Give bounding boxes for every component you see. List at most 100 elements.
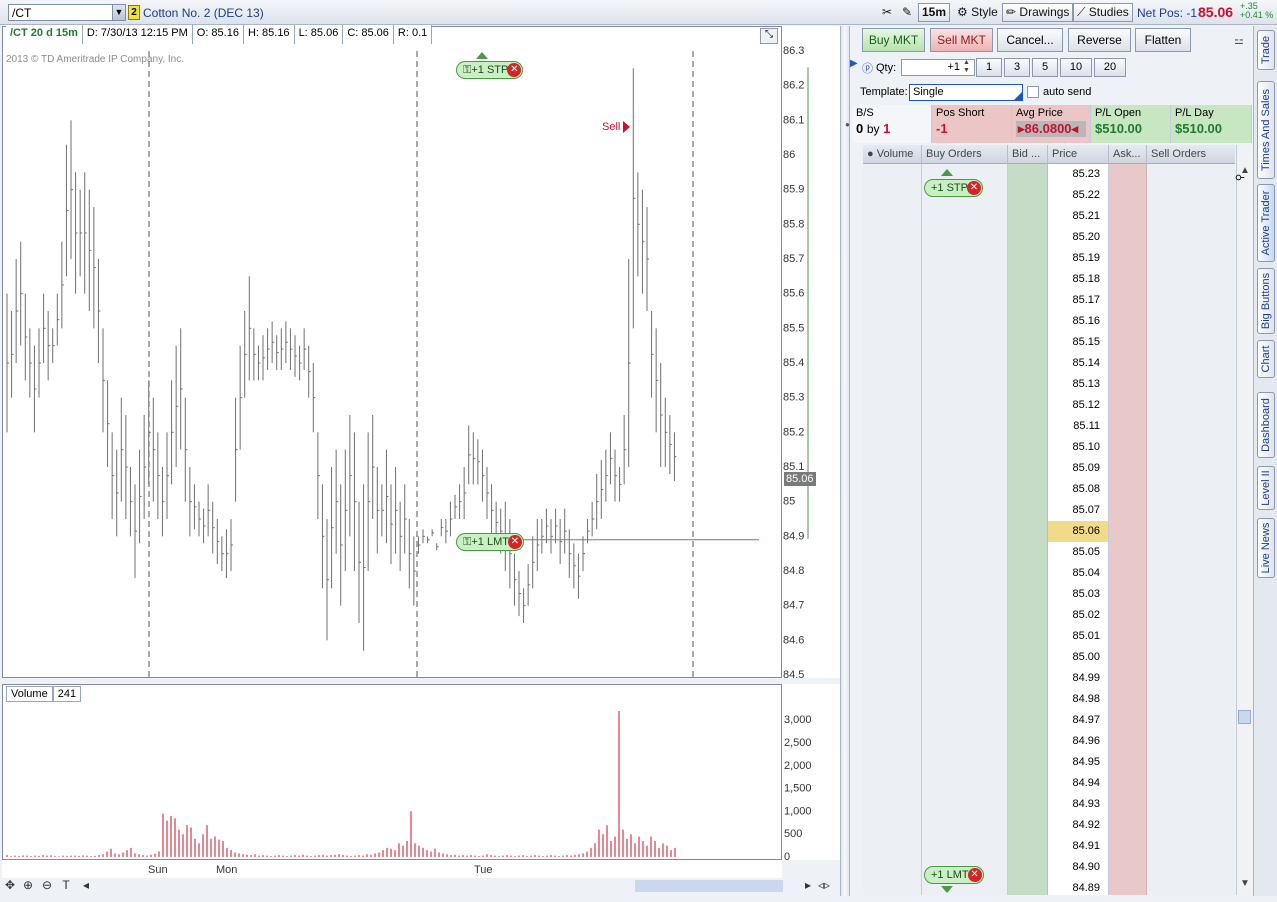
ladder-buy-orders-cell[interactable] bbox=[922, 206, 1008, 227]
cancel-order-icon[interactable]: ✕ bbox=[507, 535, 522, 549]
ladder-price-cell[interactable]: 84.99 bbox=[1048, 668, 1109, 689]
ladder-row[interactable]: 85.15 bbox=[863, 332, 1235, 353]
ladder-ask-cell[interactable] bbox=[1109, 290, 1147, 311]
cancel-order-icon[interactable]: ✕ bbox=[967, 868, 982, 882]
ladder-ask-cell[interactable] bbox=[1109, 878, 1147, 895]
ladder-bid-cell[interactable] bbox=[1008, 479, 1048, 500]
ladder-price-cell[interactable]: 85.20 bbox=[1048, 227, 1109, 248]
ladder-buy-orders-cell[interactable] bbox=[922, 416, 1008, 437]
ladder-bid-cell[interactable] bbox=[1008, 353, 1048, 374]
ladder-buy-orders-cell[interactable] bbox=[922, 374, 1008, 395]
ladder-bid-cell[interactable] bbox=[1008, 437, 1048, 458]
ladder-ask-cell[interactable] bbox=[1109, 521, 1147, 542]
ladder-sell-orders-cell[interactable] bbox=[1147, 563, 1235, 584]
ladder-row[interactable]: 85.00 bbox=[863, 647, 1235, 668]
qty-preset-10[interactable]: 10 bbox=[1060, 58, 1092, 77]
ladder-bid-cell[interactable] bbox=[1008, 668, 1048, 689]
ladder-sell-orders-cell[interactable] bbox=[1147, 521, 1235, 542]
ladder-buy-orders-cell[interactable] bbox=[922, 689, 1008, 710]
ladder-volume-cell[interactable] bbox=[863, 542, 922, 563]
ladder-ask-cell[interactable] bbox=[1109, 710, 1147, 731]
price-chart-panel[interactable] bbox=[2, 26, 782, 678]
ladder-buy-orders-cell[interactable] bbox=[922, 458, 1008, 479]
ladder-header-buy-orders[interactable]: Buy Orders bbox=[922, 145, 1008, 164]
ladder-price-cell[interactable]: 84.93 bbox=[1048, 794, 1109, 815]
panel-splitter[interactable] bbox=[840, 26, 850, 896]
auto-send-checkbox[interactable] bbox=[1027, 86, 1039, 98]
ladder-price-cell[interactable]: 85.03 bbox=[1048, 584, 1109, 605]
ladder-buy-orders-cell[interactable] bbox=[922, 395, 1008, 416]
ladder-stop-order-chip[interactable]: +1 STP ✕ bbox=[924, 179, 983, 197]
ladder-ask-cell[interactable] bbox=[1109, 395, 1147, 416]
ladder-row[interactable]: 85.12 bbox=[863, 395, 1235, 416]
cancel-order-icon[interactable]: ✕ bbox=[507, 63, 522, 77]
ladder-price-cell[interactable]: 85.10 bbox=[1048, 437, 1109, 458]
ladder-volume-cell[interactable] bbox=[863, 164, 922, 185]
scroll-right-icon[interactable]: ▸ bbox=[800, 878, 816, 894]
expand-arrow-icon[interactable]: ▶ bbox=[850, 58, 858, 69]
ladder-sell-orders-cell[interactable] bbox=[1147, 878, 1235, 895]
ladder-sell-orders-cell[interactable] bbox=[1147, 500, 1235, 521]
ladder-ask-cell[interactable] bbox=[1109, 185, 1147, 206]
ladder-volume-cell[interactable] bbox=[863, 878, 922, 895]
ladder-bid-cell[interactable] bbox=[1008, 584, 1048, 605]
ladder-scrollbar[interactable]: ▲ ▼ bbox=[1236, 145, 1252, 895]
ladder-sell-orders-cell[interactable] bbox=[1147, 752, 1235, 773]
ladder-ask-cell[interactable] bbox=[1109, 479, 1147, 500]
ladder-row[interactable]: 85.14 bbox=[863, 353, 1235, 374]
ladder-sell-orders-cell[interactable] bbox=[1147, 185, 1235, 206]
ladder-sell-orders-cell[interactable] bbox=[1147, 542, 1235, 563]
ladder-volume-cell[interactable] bbox=[863, 458, 922, 479]
ladder-buy-orders-cell[interactable] bbox=[922, 248, 1008, 269]
ladder-sell-orders-cell[interactable] bbox=[1147, 689, 1235, 710]
ladder-row[interactable]: 85.18 bbox=[863, 269, 1235, 290]
ladder-volume-cell[interactable] bbox=[863, 227, 922, 248]
ladder-row[interactable]: 85.06 bbox=[863, 521, 1235, 542]
link-group-badge[interactable]: 2 bbox=[128, 5, 140, 20]
pan-icon[interactable]: ✥ bbox=[2, 878, 18, 894]
ladder-sell-orders-cell[interactable] bbox=[1147, 668, 1235, 689]
ladder-volume-cell[interactable] bbox=[863, 374, 922, 395]
ladder-price-cell[interactable]: 85.23 bbox=[1048, 164, 1109, 185]
tab-chart[interactable]: Chart bbox=[1257, 340, 1275, 378]
ladder-sell-orders-cell[interactable] bbox=[1147, 458, 1235, 479]
ladder-buy-orders-cell[interactable] bbox=[922, 773, 1008, 794]
ladder-row[interactable]: 85.17 bbox=[863, 290, 1235, 311]
ladder-buy-orders-cell[interactable] bbox=[922, 815, 1008, 836]
ladder-price-cell[interactable]: 84.91 bbox=[1048, 836, 1109, 857]
ladder-bid-cell[interactable] bbox=[1008, 374, 1048, 395]
ladder-ask-cell[interactable] bbox=[1109, 248, 1147, 269]
ladder-row[interactable]: 85.19 bbox=[863, 248, 1235, 269]
ladder-row[interactable]: 84.98 bbox=[863, 689, 1235, 710]
ladder-ask-cell[interactable] bbox=[1109, 731, 1147, 752]
ladder-bid-cell[interactable] bbox=[1008, 248, 1048, 269]
template-dropdown-icon[interactable] bbox=[1014, 92, 1022, 100]
ladder-sell-orders-cell[interactable] bbox=[1147, 647, 1235, 668]
tab-active-trader[interactable]: Active Trader bbox=[1257, 184, 1275, 262]
ladder-price-cell[interactable]: 85.11 bbox=[1048, 416, 1109, 437]
reverse-button[interactable]: Reverse bbox=[1068, 28, 1131, 52]
flatten-button[interactable]: Flatten bbox=[1135, 28, 1191, 52]
ladder-ask-cell[interactable] bbox=[1109, 605, 1147, 626]
ladder-ask-cell[interactable] bbox=[1109, 794, 1147, 815]
ladder-bid-cell[interactable] bbox=[1008, 269, 1048, 290]
ladder-buy-orders-cell[interactable] bbox=[922, 542, 1008, 563]
ladder-buy-orders-cell[interactable] bbox=[922, 269, 1008, 290]
ladder-buy-orders-cell[interactable] bbox=[922, 437, 1008, 458]
ladder-price-cell[interactable]: 85.21 bbox=[1048, 206, 1109, 227]
ladder-volume-cell[interactable] bbox=[863, 584, 922, 605]
ladder-sell-orders-cell[interactable] bbox=[1147, 584, 1235, 605]
ladder-price-cell[interactable]: 84.89 bbox=[1048, 878, 1109, 895]
ladder-volume-cell[interactable] bbox=[863, 332, 922, 353]
ladder-sell-orders-cell[interactable] bbox=[1147, 332, 1235, 353]
ladder-ask-cell[interactable] bbox=[1109, 206, 1147, 227]
ladder-buy-orders-cell[interactable] bbox=[922, 479, 1008, 500]
ladder-row[interactable]: 84.97 bbox=[863, 710, 1235, 731]
ladder-buy-orders-cell[interactable] bbox=[922, 605, 1008, 626]
ladder-ask-cell[interactable] bbox=[1109, 626, 1147, 647]
chart-horizontal-scrollbar[interactable] bbox=[635, 880, 783, 892]
ladder-buy-orders-cell[interactable] bbox=[922, 584, 1008, 605]
ladder-price-cell[interactable]: 85.04 bbox=[1048, 563, 1109, 584]
ladder-volume-cell[interactable] bbox=[863, 605, 922, 626]
ladder-bid-cell[interactable] bbox=[1008, 563, 1048, 584]
